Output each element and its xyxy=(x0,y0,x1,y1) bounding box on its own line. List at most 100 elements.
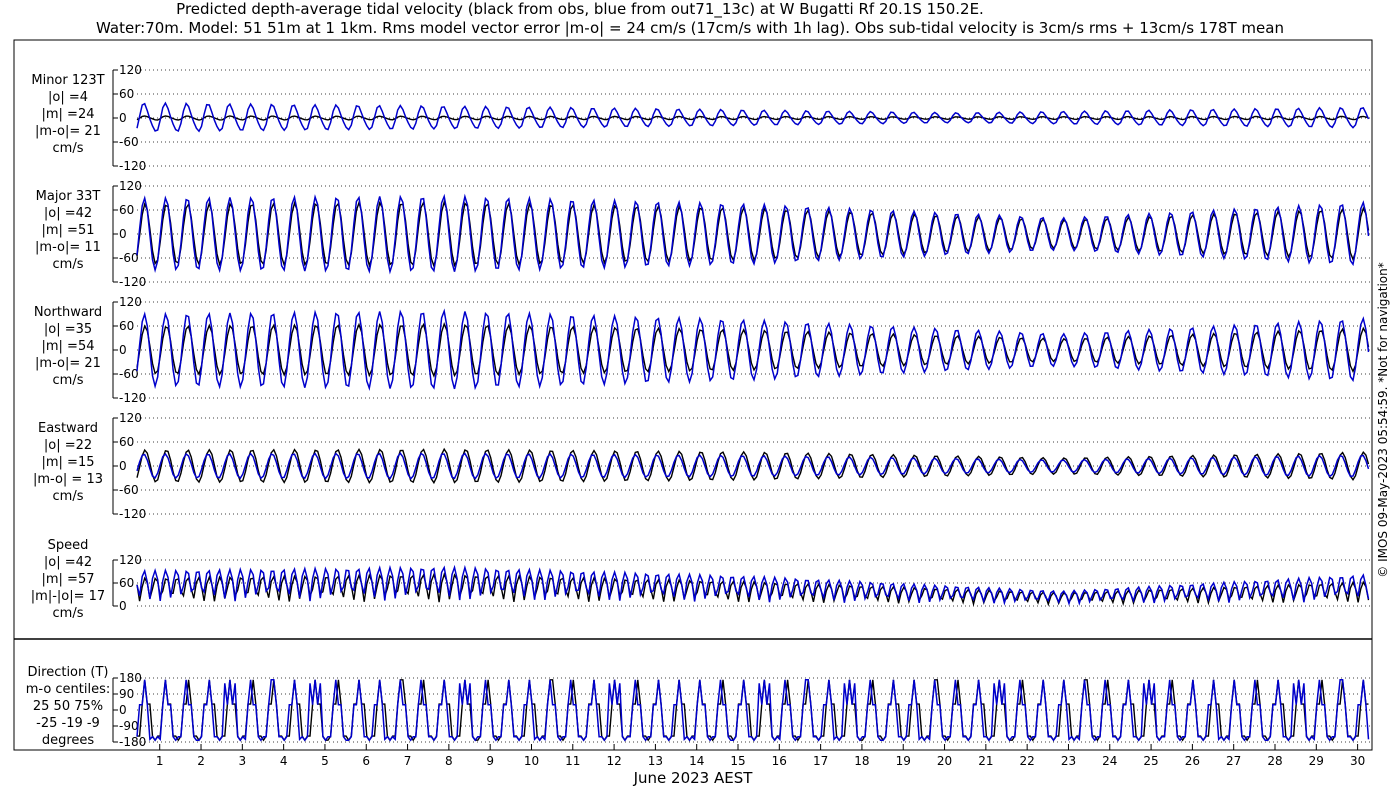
copyright-notice: © IMOS 09-May-2023 05:54:59. *Not for na… xyxy=(1376,262,1390,578)
panel-label-minor-0: Minor 123T xyxy=(31,73,104,88)
xtick-label-16: 16 xyxy=(772,754,787,768)
panel-minor: -120 -60 0 60 120 Minor 123T |o| =4 |m| =24 |m-o… xyxy=(31,63,1370,173)
tidal-velocity-figure: Predicted depth-average tidal velocity (… xyxy=(13,0,1390,787)
xtick-label-17: 17 xyxy=(813,754,828,768)
panel-label-major-0: Major 33T xyxy=(36,189,101,204)
xtick-label-13: 13 xyxy=(648,754,663,768)
ytick-label-direction-1: -90 xyxy=(119,719,139,733)
ytick-label-direction-0: -180 xyxy=(119,735,146,749)
xtick-label-4: 4 xyxy=(280,754,288,768)
series-major-obs xyxy=(136,199,1370,269)
ytick-label-minor-3: 60 xyxy=(119,87,134,101)
panel-label-speed-3: |m|-|o|= 17 xyxy=(31,589,105,604)
ytick-label-north-3: 60 xyxy=(119,319,134,333)
panel-label-north-1: |o| =35 xyxy=(44,322,92,337)
panel-label-east-2: |m| =15 xyxy=(42,455,95,470)
panel-label-north-4: cm/s xyxy=(53,373,84,388)
panel-label-direction-3: -25 -19 -9 xyxy=(36,716,100,731)
ytick-label-major-0: -120 xyxy=(119,275,146,289)
panels-group: -120 -60 0 60 120 Minor 123T |o| =4 |m| =24 |m-o… xyxy=(26,63,1370,749)
xtick-label-6: 6 xyxy=(362,754,370,768)
ytick-label-speed-2: 120 xyxy=(119,553,142,567)
xtick-label-12: 12 xyxy=(606,754,621,768)
ytick-label-east-0: -120 xyxy=(119,507,146,521)
xtick-label-25: 25 xyxy=(1143,754,1158,768)
chart-title-line1: Predicted depth-average tidal velocity (… xyxy=(176,0,984,19)
panel-label-minor-1: |o| =4 xyxy=(48,90,88,105)
xtick-label-30: 30 xyxy=(1350,754,1365,768)
xtick-label-18: 18 xyxy=(854,754,869,768)
ytick-label-direction-2: 0 xyxy=(119,703,127,717)
x-axis-ticks: 1 2 3 4 5 6 7 8 9 10 11 12 13 14 15 16 17 18 19 20 21 22 23 24 2… xyxy=(137,744,1370,768)
ytick-label-speed-0: 0 xyxy=(119,599,127,613)
ytick-label-east-1: -60 xyxy=(119,483,139,497)
panel-major: -120 -60 0 60 120 Major 33T |o| =42 |m| =51 |m-o… xyxy=(35,179,1370,289)
panel-label-major-2: |m| =51 xyxy=(42,223,95,238)
ytick-label-major-2: 0 xyxy=(119,227,127,241)
ytick-label-direction-3: 90 xyxy=(119,687,134,701)
panel-label-speed-0: Speed xyxy=(48,538,89,553)
ytick-label-north-2: 0 xyxy=(119,343,127,357)
panel-label-north-2: |m| =54 xyxy=(42,339,95,354)
panel-label-direction-1: m-o centiles: xyxy=(26,682,111,697)
xtick-label-3: 3 xyxy=(239,754,247,768)
chart-title-line2: Water:70m. Model: 51 51m at 1 1km. Rms m… xyxy=(96,19,1284,37)
panel-east: -120 -60 0 60 120 Eastward |o| =22 |m| =15 |m-o|… xyxy=(33,411,1370,521)
panel-label-major-3: |m-o|= 11 xyxy=(35,240,101,255)
x-axis-label: June 2023 AEST xyxy=(633,769,754,787)
series-direction-model xyxy=(136,679,1370,742)
xtick-label-26: 26 xyxy=(1185,754,1200,768)
panel-label-direction-0: Direction (T) xyxy=(28,665,109,680)
panel-direction: -180 -90 0 90 180 Direction (T) m-o centiles: 2… xyxy=(26,665,1370,749)
panel-north: -120 -60 0 60 120 Northward |o| =35 |m| =54 |m-o… xyxy=(34,295,1370,405)
xtick-label-22: 22 xyxy=(1020,754,1035,768)
xtick-label-7: 7 xyxy=(404,754,412,768)
xtick-label-23: 23 xyxy=(1061,754,1076,768)
ytick-label-north-1: -60 xyxy=(119,367,139,381)
panel-label-major-4: cm/s xyxy=(53,257,84,272)
xtick-label-5: 5 xyxy=(321,754,329,768)
xtick-label-8: 8 xyxy=(445,754,453,768)
panel-label-east-1: |o| =22 xyxy=(44,438,92,453)
ytick-label-major-4: 120 xyxy=(119,179,142,193)
panel-speed: 0 60 120 Speed |o| =42 |m| =57 |m|-|o|= 17 cm/s xyxy=(31,538,1370,621)
panel-label-direction-2: 25 50 75% xyxy=(33,699,103,714)
ytick-label-east-3: 60 xyxy=(119,435,134,449)
xtick-label-21: 21 xyxy=(978,754,993,768)
ytick-label-major-3: 60 xyxy=(119,203,134,217)
ytick-label-major-1: -60 xyxy=(119,251,139,265)
xtick-label-14: 14 xyxy=(689,754,704,768)
panel-label-east-4: cm/s xyxy=(53,489,84,504)
ytick-label-minor-4: 120 xyxy=(119,63,142,77)
ytick-label-east-2: 0 xyxy=(119,459,127,473)
panel-label-east-3: |m-o| = 13 xyxy=(33,472,103,487)
panel-label-major-1: |o| =42 xyxy=(44,206,92,221)
ytick-label-minor-0: -120 xyxy=(119,159,146,173)
panel-label-minor-2: |m| =24 xyxy=(42,107,95,122)
xtick-label-29: 29 xyxy=(1309,754,1324,768)
series-east-obs xyxy=(136,447,1370,485)
ytick-label-north-0: -120 xyxy=(119,391,146,405)
panel-label-minor-3: |m-o|= 21 xyxy=(35,124,101,139)
panel-label-minor-4: cm/s xyxy=(53,141,84,156)
xtick-label-19: 19 xyxy=(896,754,911,768)
xtick-label-28: 28 xyxy=(1267,754,1282,768)
ytick-label-minor-1: -60 xyxy=(119,135,139,149)
panel-label-speed-4: cm/s xyxy=(53,606,84,621)
xtick-label-9: 9 xyxy=(486,754,494,768)
xtick-label-11: 11 xyxy=(565,754,580,768)
ytick-label-north-4: 120 xyxy=(119,295,142,309)
panel-label-east-0: Eastward xyxy=(38,421,98,436)
panel-label-north-3: |m-o|= 21 xyxy=(35,356,101,371)
ytick-label-minor-2: 0 xyxy=(119,111,127,125)
panel-label-north-0: Northward xyxy=(34,305,102,320)
ytick-label-speed-1: 60 xyxy=(119,576,134,590)
xtick-label-1: 1 xyxy=(156,754,164,768)
xtick-label-27: 27 xyxy=(1226,754,1241,768)
xtick-label-15: 15 xyxy=(730,754,745,768)
ytick-label-direction-4: 180 xyxy=(119,671,142,685)
series-minor-model xyxy=(136,101,1370,133)
ytick-label-east-4: 120 xyxy=(119,411,142,425)
panel-label-direction-4: degrees xyxy=(42,733,95,748)
panel-label-speed-1: |o| =42 xyxy=(44,555,92,570)
